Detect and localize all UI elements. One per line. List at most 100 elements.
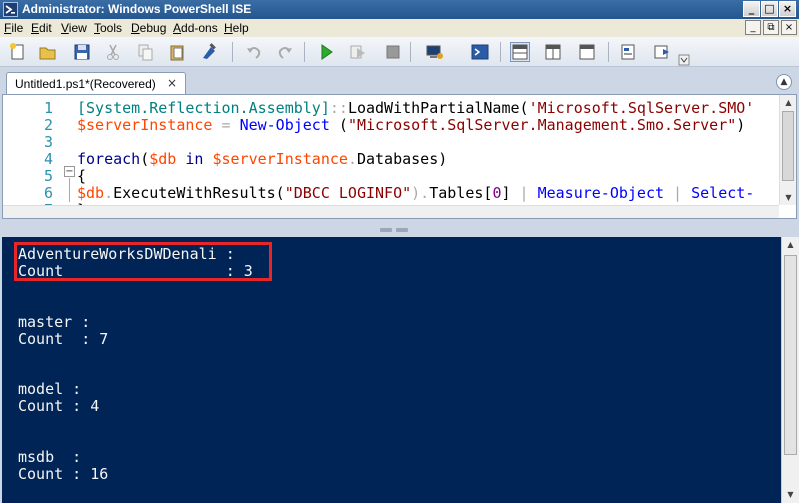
- new-icon[interactable]: [8, 42, 28, 62]
- paste-icon[interactable]: [167, 42, 187, 62]
- console-vertical-scrollbar[interactable]: ▲ ▼: [781, 237, 799, 503]
- mdi-close-button[interactable]: ×: [781, 20, 797, 35]
- console-output-line: model :: [18, 380, 82, 399]
- code-token: 'Microsoft.SqlServer.SMO': [528, 99, 755, 117]
- code-token: Select-: [691, 184, 755, 202]
- redo-icon[interactable]: [275, 42, 295, 62]
- code-token: LoadWithPartialName(: [347, 99, 529, 117]
- code-token: $serverInstance: [77, 116, 213, 134]
- scroll-thumb[interactable]: [784, 255, 797, 455]
- code-area[interactable]: [System.Reflection.Assembly]::LoadWithPa…: [77, 95, 781, 205]
- console-output-line: AdventureWorksDWDenali :: [18, 245, 235, 263]
- collapse-script-pane-icon[interactable]: ▲: [776, 74, 792, 90]
- menu-view[interactable]: View: [61, 21, 87, 35]
- menu-tools[interactable]: Tools: [94, 21, 122, 35]
- scroll-down-icon[interactable]: ▼: [782, 487, 799, 502]
- run-selection-icon[interactable]: [348, 42, 368, 62]
- editor-vertical-scrollbar[interactable]: ▲ ▼: [779, 95, 796, 205]
- tab-label: Untitled1.ps1*(Recovered): [15, 77, 156, 91]
- undo-icon[interactable]: [244, 42, 264, 62]
- stop-icon[interactable]: [383, 42, 403, 62]
- line-number: 6: [43, 184, 53, 202]
- code-token: {: [77, 167, 87, 185]
- copy-icon[interactable]: [135, 42, 155, 62]
- console-output-line: master :: [18, 312, 91, 331]
- menu-edit[interactable]: Edit: [31, 21, 52, 35]
- code-token: "Microsoft.SqlServer.Management.Smo.Serv…: [347, 116, 737, 134]
- code-line: $db.ExecuteWithResults("DBCC LOGINFO").T…: [77, 184, 754, 202]
- toolbar: [0, 37, 799, 67]
- scroll-thumb[interactable]: [782, 111, 794, 181]
- show-command-window-icon[interactable]: [618, 42, 638, 62]
- show-command-addon-icon[interactable]: [652, 42, 672, 62]
- tab-untitled1[interactable]: Untitled1.ps1*(Recovered) ×: [6, 72, 186, 95]
- menu-bar: File Edit View Tools Debug Add-ons Help …: [0, 19, 799, 37]
- script-editor[interactable]: 1 2 3 4 5 6 7 − [System.Reflection.Assem…: [2, 94, 797, 219]
- menu-file[interactable]: File: [4, 21, 23, 35]
- code-token: ExecuteWithResults(: [113, 184, 285, 202]
- code-token: ): [736, 116, 746, 134]
- code-token: ::: [329, 99, 348, 117]
- line-number: 1: [43, 99, 53, 117]
- code-token: foreach: [77, 150, 141, 168]
- code-token: (: [140, 150, 150, 168]
- line-number: 5: [43, 167, 53, 185]
- code-token: .: [104, 184, 114, 202]
- scroll-up-icon[interactable]: ▲: [782, 237, 799, 252]
- remote-powershell-icon[interactable]: [425, 42, 445, 62]
- console-output-line: Count : 16: [18, 464, 109, 483]
- run-icon[interactable]: [316, 42, 336, 62]
- minimize-button[interactable]: _: [743, 1, 760, 17]
- close-icon[interactable]: ×: [167, 76, 177, 90]
- code-token: |: [664, 184, 692, 202]
- code-token: ).: [411, 184, 430, 202]
- code-token: $db: [149, 150, 177, 168]
- clear-console-icon[interactable]: [199, 42, 219, 62]
- scroll-down-icon[interactable]: ▼: [780, 190, 797, 205]
- line-number: 3: [43, 133, 53, 151]
- code-token: in: [176, 150, 213, 168]
- window-title: Administrator: Windows PowerShell ISE: [22, 2, 252, 16]
- menu-debug[interactable]: Debug: [131, 21, 166, 35]
- show-script-pane-top-icon[interactable]: [510, 42, 530, 62]
- code-token: Tables[: [429, 184, 493, 202]
- toolbar-overflow-icon[interactable]: [678, 54, 690, 66]
- line-number-gutter: 1 2 3 4 5 6 7: [3, 95, 59, 219]
- maximize-button[interactable]: □: [761, 1, 778, 17]
- editor-horizontal-scrollbar[interactable]: [3, 205, 779, 218]
- cut-icon[interactable]: [103, 42, 123, 62]
- title-bar: Administrator: Windows PowerShell ISE _ …: [0, 0, 799, 19]
- console-output-line: msdb :: [18, 447, 82, 466]
- code-token: $db: [77, 184, 105, 202]
- code-line: [System.Reflection.Assembly]::LoadWithPa…: [77, 99, 754, 117]
- code-token: Measure-Object: [537, 184, 665, 202]
- start-powershell-icon[interactable]: [470, 42, 490, 62]
- code-line: $serverInstance = New-Object ("Microsoft…: [77, 116, 745, 134]
- code-token: .: [347, 150, 357, 168]
- menu-help[interactable]: Help: [224, 21, 249, 35]
- menu-add-ons[interactable]: Add-ons: [173, 21, 218, 35]
- code-token: $serverInstance: [212, 150, 348, 168]
- code-token: |: [510, 184, 538, 202]
- line-number: 4: [43, 150, 53, 168]
- code-token: [System.Reflection.Assembly]: [77, 99, 330, 117]
- close-button[interactable]: ×: [779, 1, 796, 17]
- code-token: "DBCC LOGINFO": [284, 184, 412, 202]
- powershell-icon: [3, 2, 18, 17]
- show-script-pane-right-icon[interactable]: [543, 42, 563, 62]
- mdi-minimize-button[interactable]: _: [745, 20, 761, 35]
- mdi-restore-button[interactable]: ⧉: [763, 20, 779, 35]
- scroll-up-icon[interactable]: ▲: [780, 95, 797, 110]
- open-icon[interactable]: [38, 42, 58, 62]
- show-script-pane-max-icon[interactable]: [577, 42, 597, 62]
- script-tab-strip: Untitled1.ps1*(Recovered) × ▲: [0, 68, 799, 95]
- code-token: =: [212, 116, 240, 134]
- console-pane[interactable]: AdventureWorksDWDenali : Count : 3 master …: [2, 237, 781, 503]
- fold-toggle-icon[interactable]: −: [64, 166, 75, 177]
- code-line: foreach($db in $serverInstance.Databases…: [77, 150, 447, 168]
- code-token: New-Object: [239, 116, 330, 134]
- code-token: (: [329, 116, 348, 134]
- save-icon[interactable]: [72, 42, 92, 62]
- console-output-line: Count : 4: [18, 397, 100, 416]
- code-token: ]: [501, 184, 511, 202]
